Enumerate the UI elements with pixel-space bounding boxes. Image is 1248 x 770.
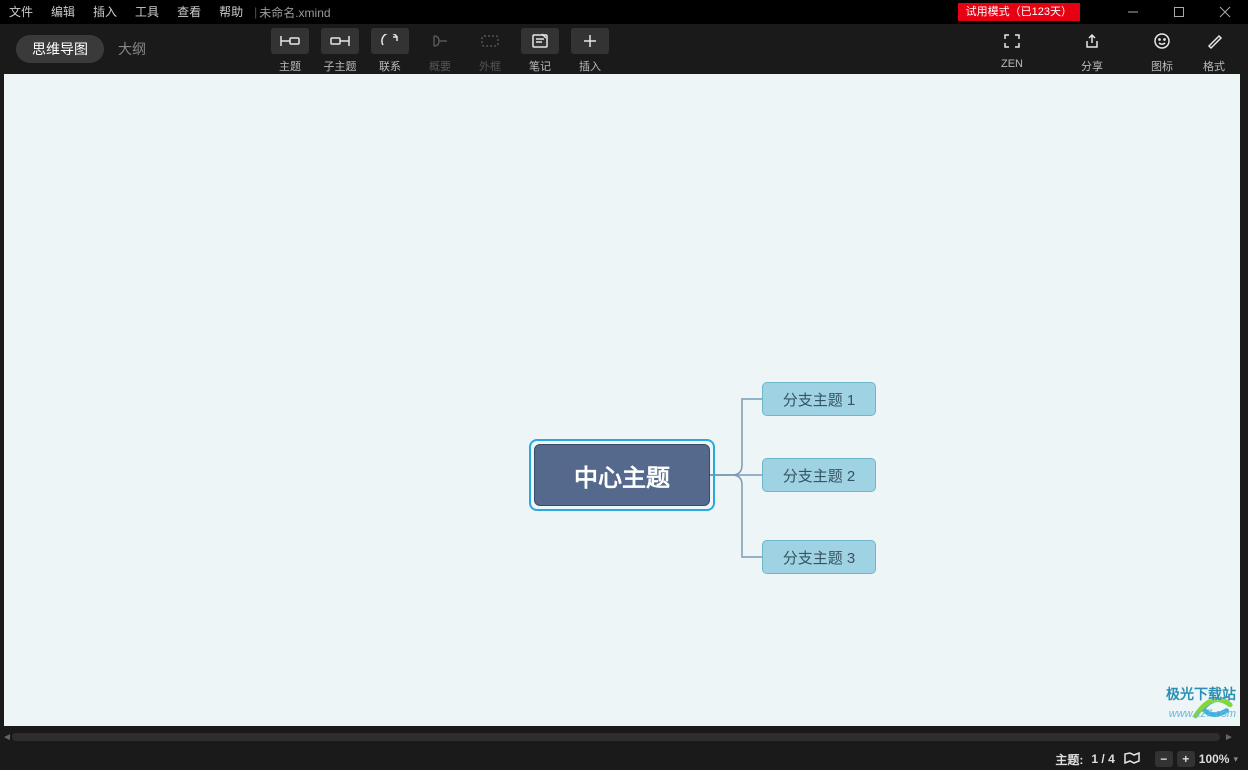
plus-icon [582, 33, 598, 49]
watermark-brand: 极光下载站 [1166, 684, 1236, 704]
branch-topic-2[interactable]: 分支主题 2 [762, 458, 876, 492]
separator: | [254, 5, 257, 19]
minimize-icon [1127, 6, 1139, 18]
branch-topic-1[interactable]: 分支主题 1 [762, 382, 876, 416]
smiley-icon [1153, 32, 1171, 50]
boundary-label: 外框 [479, 58, 501, 74]
scroll-right-arrow[interactable]: ► [1222, 730, 1236, 744]
topic-count-label: 主题: [1055, 751, 1083, 768]
zoom-dropdown-icon[interactable]: ▾ [1233, 754, 1238, 765]
share-icon [1083, 33, 1101, 49]
window-minimize-button[interactable] [1110, 0, 1156, 24]
vertical-scrollbar[interactable] [1240, 74, 1248, 730]
tab-mindmap[interactable]: 思维导图 [16, 35, 104, 63]
share-label: 分享 [1081, 58, 1103, 74]
zen-label: ZEN [1001, 58, 1023, 70]
menu-tools[interactable]: 工具 [126, 0, 168, 24]
note-button[interactable]: 笔记 [520, 28, 560, 74]
mindmap-canvas[interactable]: 中心主题 分支主题 1 分支主题 2 分支主题 3 极光下载站 www.xz7.… [4, 74, 1240, 726]
subtopic-label: 子主题 [324, 58, 357, 74]
relation-button[interactable]: 联系 [370, 28, 410, 74]
menu-view[interactable]: 查看 [168, 0, 210, 24]
insert-label: 插入 [579, 58, 601, 74]
summary-icon [430, 34, 450, 48]
topic-count-value: 1 / 4 [1091, 752, 1114, 766]
tab-outline[interactable]: 大纲 [118, 39, 146, 59]
brush-icon [1205, 32, 1223, 50]
subtopic-icon [330, 34, 350, 48]
zen-button[interactable]: ZEN [992, 28, 1032, 70]
menu-file[interactable]: 文件 [0, 0, 42, 24]
icons-label: 图标 [1151, 58, 1173, 74]
zoom-in-button[interactable]: + [1177, 751, 1195, 767]
menu-help[interactable]: 帮助 [210, 0, 252, 24]
menubar: 文件 编辑 插入 工具 查看 帮助 | 未命名.xmind 试用模式（已123天… [0, 0, 1248, 24]
format-label: 格式 [1203, 58, 1225, 74]
document-title: 未命名.xmind [259, 4, 330, 21]
branch-topic-3[interactable]: 分支主题 3 [762, 540, 876, 574]
insert-button[interactable]: 插入 [570, 28, 610, 74]
toolbar: 思维导图 大纲 主题 子主题 联系 概要 外框 笔记 插入 [0, 24, 1248, 74]
menu-insert[interactable]: 插入 [84, 0, 126, 24]
map-overview-button[interactable] [1123, 751, 1141, 768]
topic-label: 主题 [279, 58, 301, 74]
zoom-value[interactable]: 100% [1199, 752, 1230, 766]
connectors [4, 74, 1240, 726]
scroll-thumb[interactable] [12, 733, 1220, 741]
central-topic-node[interactable]: 中心主题 [534, 444, 710, 506]
watermark-url: www.xz7.com [1169, 708, 1236, 720]
statusbar: 主题: 1 / 4 − + 100% ▾ [0, 748, 1248, 770]
window-close-button[interactable] [1202, 0, 1248, 24]
summary-button[interactable]: 概要 [420, 28, 460, 74]
relation-label: 联系 [379, 58, 401, 74]
close-icon [1219, 6, 1231, 18]
zoom-out-button[interactable]: − [1155, 751, 1173, 767]
share-button[interactable]: 分享 [1072, 28, 1112, 74]
window-maximize-button[interactable] [1156, 0, 1202, 24]
fullscreen-icon [1003, 33, 1021, 49]
note-label: 笔记 [529, 58, 551, 74]
map-overview-icon [1123, 751, 1141, 765]
topic-button[interactable]: 主题 [270, 28, 310, 74]
boundary-button[interactable]: 外框 [470, 28, 510, 74]
summary-label: 概要 [429, 58, 451, 74]
boundary-icon [480, 34, 500, 48]
note-icon [531, 33, 549, 49]
zoom-controls: − + 100% ▾ [1155, 751, 1238, 767]
format-button[interactable]: 格式 [1194, 28, 1234, 74]
icons-button[interactable]: 图标 [1142, 28, 1182, 74]
trial-mode-badge[interactable]: 试用模式（已123天） [958, 3, 1080, 21]
horizontal-scrollbar[interactable]: ◄ ► [0, 730, 1248, 744]
subtopic-button[interactable]: 子主题 [320, 28, 360, 74]
topic-icon [280, 34, 300, 48]
relation-icon [380, 34, 400, 48]
canvas-area: 中心主题 分支主题 1 分支主题 2 分支主题 3 极光下载站 www.xz7.… [0, 74, 1248, 748]
menu-edit[interactable]: 编辑 [42, 0, 84, 24]
maximize-icon [1173, 6, 1185, 18]
